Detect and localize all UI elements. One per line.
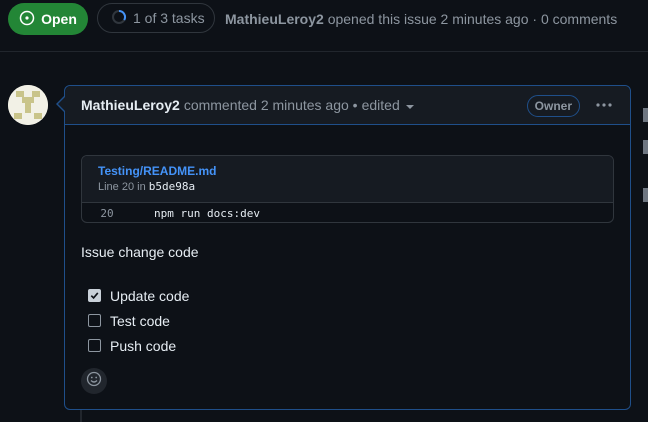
scrollbar-mark xyxy=(643,108,648,122)
issue-meta-text: opened this issue 2 minutes ago · 0 comm… xyxy=(327,11,618,27)
task-progress-pill[interactable]: 1 of 3 tasks xyxy=(97,3,215,33)
comment-action-text: commented 2 minutes ago • xyxy=(183,97,358,113)
permalink-line-info: Line 20 in b5de98a xyxy=(98,179,613,195)
issue-author-link[interactable]: MathieuLeroy2 xyxy=(225,11,324,27)
task-checkbox[interactable] xyxy=(88,314,101,327)
task-label: Update code xyxy=(110,287,190,304)
task-item: Update code xyxy=(88,283,189,308)
avatar[interactable] xyxy=(8,85,48,125)
add-reaction-button[interactable] xyxy=(81,368,107,394)
issue-comment: MathieuLeroy2 commented 2 minutes ago • … xyxy=(64,85,631,410)
issue-page: Open 1 of 3 tasks MathieuLeroy2 opened t… xyxy=(0,0,648,422)
permalink-line-prefix: Line 20 in xyxy=(98,181,146,193)
permalink-file-link[interactable]: Testing/README.md xyxy=(98,164,613,179)
issue-opened-icon xyxy=(19,10,35,29)
task-label: Test code xyxy=(110,312,170,329)
comment-author-link[interactable]: MathieuLeroy2 xyxy=(81,97,180,113)
task-progress-label: 1 of 3 tasks xyxy=(133,10,205,26)
progress-circle-icon xyxy=(111,9,127,28)
comment-body-text: Issue change code xyxy=(81,244,199,260)
edited-label: edited xyxy=(361,97,400,113)
smiley-icon xyxy=(86,371,102,392)
permalink-header: Testing/README.md Line 20 in b5de98a xyxy=(82,156,613,203)
issue-meta: MathieuLeroy2 opened this issue 2 minute… xyxy=(225,11,617,27)
header-divider xyxy=(0,51,648,52)
task-list: Update code Test code Push code xyxy=(88,283,189,358)
comment-pointer-fill xyxy=(58,97,65,111)
code-permalink: Testing/README.md Line 20 in b5de98a 20 … xyxy=(81,155,614,223)
scrollbar-mark xyxy=(643,188,648,202)
task-checkbox-checked[interactable] xyxy=(88,289,101,302)
task-checkbox[interactable] xyxy=(88,339,101,352)
code-line-number[interactable]: 20 xyxy=(82,207,132,220)
owner-badge: Owner xyxy=(526,95,580,117)
kebab-horizontal-icon[interactable] xyxy=(596,98,612,112)
task-label: Push code xyxy=(110,337,177,354)
task-item: Test code xyxy=(88,308,189,333)
issue-state-label: Open xyxy=(41,11,77,27)
task-item: Push code xyxy=(88,333,189,358)
triangle-down-icon xyxy=(405,104,414,109)
commit-sha-link[interactable]: b5de98a xyxy=(149,180,195,193)
comment-header: MathieuLeroy2 commented 2 minutes ago • … xyxy=(65,86,630,125)
edited-history-button[interactable]: edited xyxy=(362,97,414,113)
timeline-line xyxy=(80,408,82,422)
scrollbar-mark xyxy=(643,140,648,154)
code-line-text: npm run docs:dev xyxy=(154,206,260,220)
code-line: 20 npm run docs:dev xyxy=(82,203,613,222)
issue-state-badge: Open xyxy=(8,3,88,35)
